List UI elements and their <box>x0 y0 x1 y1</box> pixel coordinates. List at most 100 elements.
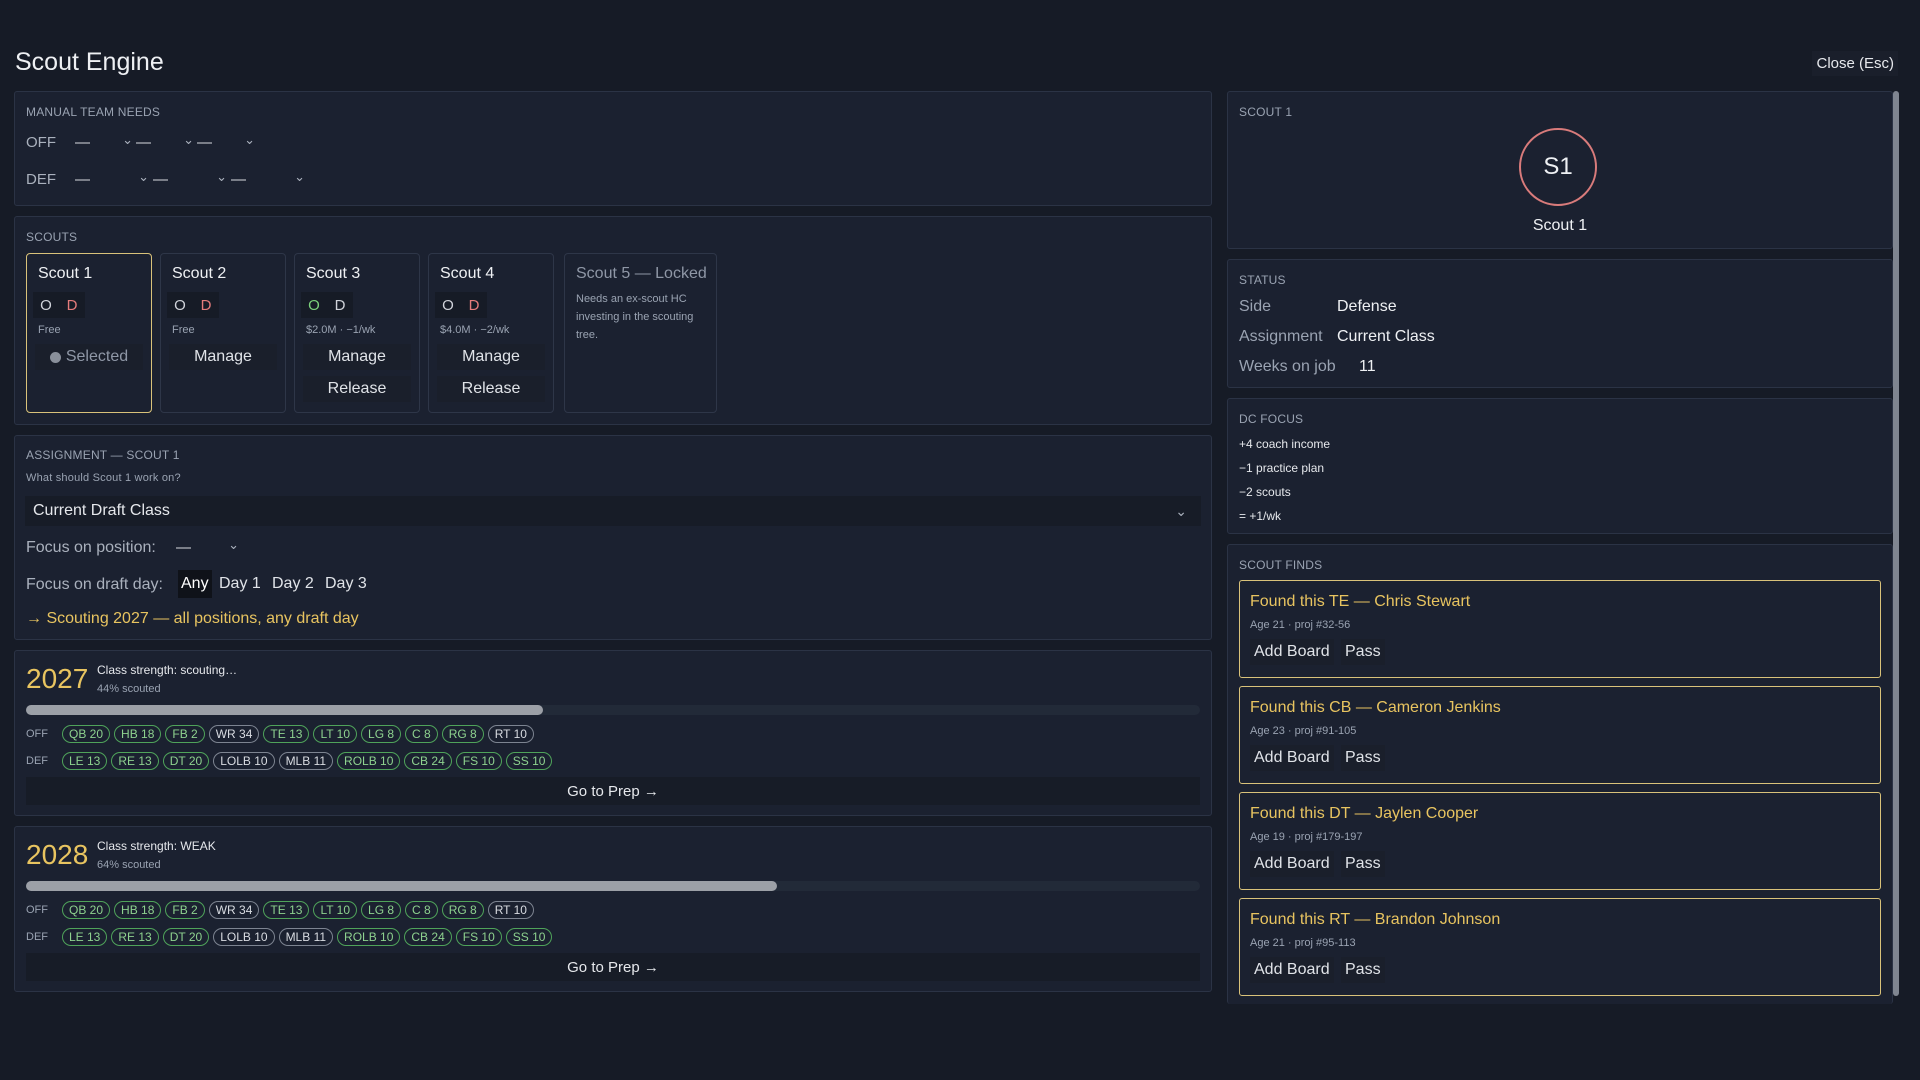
find-card: Found this CB — Cameron Jenkins Age 23 ·… <box>1239 686 1881 784</box>
find-card: Found this DT — Jaylen Cooper Age 19 · p… <box>1239 792 1881 890</box>
position-chip: SS 10 <box>505 928 553 946</box>
chevron-down-icon: ⌄ <box>183 132 194 147</box>
page-title: Scout Engine <box>15 48 164 76</box>
status-panel: STATUS Side Defense Assignment Current C… <box>1227 259 1893 388</box>
position-chip: WR 34 <box>208 725 260 743</box>
position-chip: RE 13 <box>111 752 159 770</box>
pass-button[interactable]: Pass <box>1341 745 1385 771</box>
def-positions-row: DEF LE 13 RE 13 DT 20 LOLB 10 MLB 11 ROLB 10 CB… <box>26 750 556 772</box>
selected-indicator: Selected <box>35 344 143 370</box>
def-need-select-3[interactable]: — ⌄ <box>231 167 305 191</box>
scout-card-2[interactable]: Scout 2 O D Free Manage <box>160 253 286 413</box>
off-need-select-1[interactable]: — ⌄ <box>75 130 133 154</box>
off-chips: QB 20 HB 18 FB 2 WR 34 TE 13 LT 10 LG 8C 8 RG 8… <box>62 901 538 919</box>
pass-button[interactable]: Pass <box>1341 851 1385 877</box>
scout-profile-label: SCOUT 1 <box>1239 105 1293 119</box>
scout-card-3[interactable]: Scout 3 O D $2.0M · −1/wk Manage Release <box>294 253 420 413</box>
scout-card-4[interactable]: Scout 4 O D $4.0M · −2/wk Manage Release <box>428 253 554 413</box>
def-need-select-1[interactable]: — ⌄ <box>75 167 149 191</box>
position-chip: HB 18 <box>114 725 162 743</box>
assignment-label: ASSIGNMENT — SCOUT 1 <box>26 448 180 462</box>
assignment-panel: ASSIGNMENT — SCOUT 1 What should Scout 1… <box>14 435 1212 640</box>
class-year: 2028 <box>26 839 89 870</box>
release-button[interactable]: Release <box>437 376 545 402</box>
scrollbar[interactable] <box>1893 91 1899 996</box>
position-chip: SS 10 <box>505 752 553 770</box>
scout-cost: $2.0M · −1/wk <box>306 324 376 336</box>
position-chip: RG 8 <box>441 901 484 919</box>
release-button[interactable]: Release <box>303 376 411 402</box>
offense-badge: O <box>301 292 327 318</box>
find-subtitle: Age 21 · proj #95-113 <box>1250 937 1356 949</box>
scouting-summary: → Scouting 2027 — all positions, any dra… <box>26 610 359 627</box>
weeks-value: 11 <box>1359 358 1376 375</box>
close-button[interactable]: Close (Esc) <box>1812 51 1898 76</box>
position-chip: TE 13 <box>263 725 310 743</box>
offense-badge: O <box>33 292 59 318</box>
manage-button[interactable]: Manage <box>303 344 411 370</box>
go-to-prep-button[interactable]: Go to Prep → <box>26 953 1200 981</box>
position-chip: C 8 <box>405 901 438 919</box>
chevron-down-icon: ⌄ <box>1175 502 1187 519</box>
chevron-down-icon: ⌄ <box>122 132 133 147</box>
assignment-value: Current Class <box>1337 328 1435 345</box>
manage-button[interactable]: Manage <box>437 344 545 370</box>
position-chip: QB 20 <box>62 725 111 743</box>
day-any-button[interactable]: Any <box>178 570 212 598</box>
scout-cost: $4.0M · −2/wk <box>440 324 510 336</box>
add-board-button[interactable]: Add Board <box>1250 957 1334 983</box>
position-chip: C 8 <box>405 725 438 743</box>
assignment-question: What should Scout 1 work on? <box>26 472 181 484</box>
position-chip: ROLB 10 <box>337 928 401 946</box>
find-subtitle: Age 21 · proj #32-56 <box>1250 619 1351 631</box>
avatar: S1 <box>1519 128 1597 206</box>
dc-focus-label: DC FOCUS <box>1239 412 1304 426</box>
scout-name: Scout 4 <box>440 265 495 282</box>
scouted-progress-bar <box>26 881 1200 891</box>
dc-line: −1 practice plan <box>1239 461 1325 475</box>
off-needs-label: OFF <box>26 134 56 151</box>
day-1-button[interactable]: Day 1 <box>216 570 264 598</box>
dc-line: = +1/wk <box>1239 509 1282 523</box>
offense-badge: O <box>167 292 193 318</box>
find-card: Found this RT — Brandon Johnson Age 21 ·… <box>1239 898 1881 996</box>
position-chip: MLB 11 <box>278 928 334 946</box>
class-panel-2027: 2027 Class strength: scouting… 44% scout… <box>14 650 1212 816</box>
pass-button[interactable]: Pass <box>1341 957 1385 983</box>
find-card: Found this TE — Chris Stewart Age 21 · p… <box>1239 580 1881 678</box>
off-need-select-2[interactable]: — ⌄ <box>136 130 194 154</box>
manage-button[interactable]: Manage <box>169 344 277 370</box>
scout-profile-name: Scout 1 <box>1532 217 1588 234</box>
add-board-button[interactable]: Add Board <box>1250 639 1334 665</box>
add-board-button[interactable]: Add Board <box>1250 745 1334 771</box>
scout-card-1[interactable]: Scout 1 O D Free Selected <box>26 253 152 413</box>
dot-icon <box>49 351 61 363</box>
def-need-select-2[interactable]: — ⌄ <box>153 167 227 191</box>
position-chip: CB 24 <box>404 752 452 770</box>
pass-button[interactable]: Pass <box>1341 639 1385 665</box>
position-chip: LT 10 <box>313 901 358 919</box>
position-chip: RT 10 <box>487 901 534 919</box>
scout-name: Scout 5 — Locked <box>576 265 707 282</box>
def-chips: LE 13 RE 13 DT 20 LOLB 10 MLB 11 ROLB 10 CB 24… <box>62 928 556 946</box>
go-to-prep-button[interactable]: Go to Prep → <box>26 777 1200 805</box>
day-3-button[interactable]: Day 3 <box>322 570 370 598</box>
dc-line: −2 scouts <box>1239 485 1291 499</box>
defense-badge: D <box>193 292 219 318</box>
off-need-select-3[interactable]: — ⌄ <box>197 130 255 154</box>
find-subtitle: Age 23 · proj #91-105 <box>1250 725 1357 737</box>
position-chip: MLB 11 <box>278 752 334 770</box>
offense-badge: O <box>435 292 461 318</box>
focus-position-label: Focus on position: <box>26 539 156 556</box>
assignment-select[interactable]: Current Draft Class ⌄ <box>25 496 1201 526</box>
day-2-button[interactable]: Day 2 <box>269 570 317 598</box>
position-chip: RT 10 <box>487 725 534 743</box>
position-chip: CB 24 <box>404 928 452 946</box>
position-chip: LT 10 <box>313 725 358 743</box>
scout-finds-label: SCOUT FINDS <box>1239 558 1323 572</box>
position-chip: FB 2 <box>165 725 205 743</box>
class-panel-2028: 2028 Class strength: WEAK 64% scouted OF… <box>14 826 1212 992</box>
add-board-button[interactable]: Add Board <box>1250 851 1334 877</box>
focus-position-select[interactable]: — ⌄ <box>176 535 239 559</box>
find-title: Found this RT — Brandon Johnson <box>1250 911 1501 928</box>
